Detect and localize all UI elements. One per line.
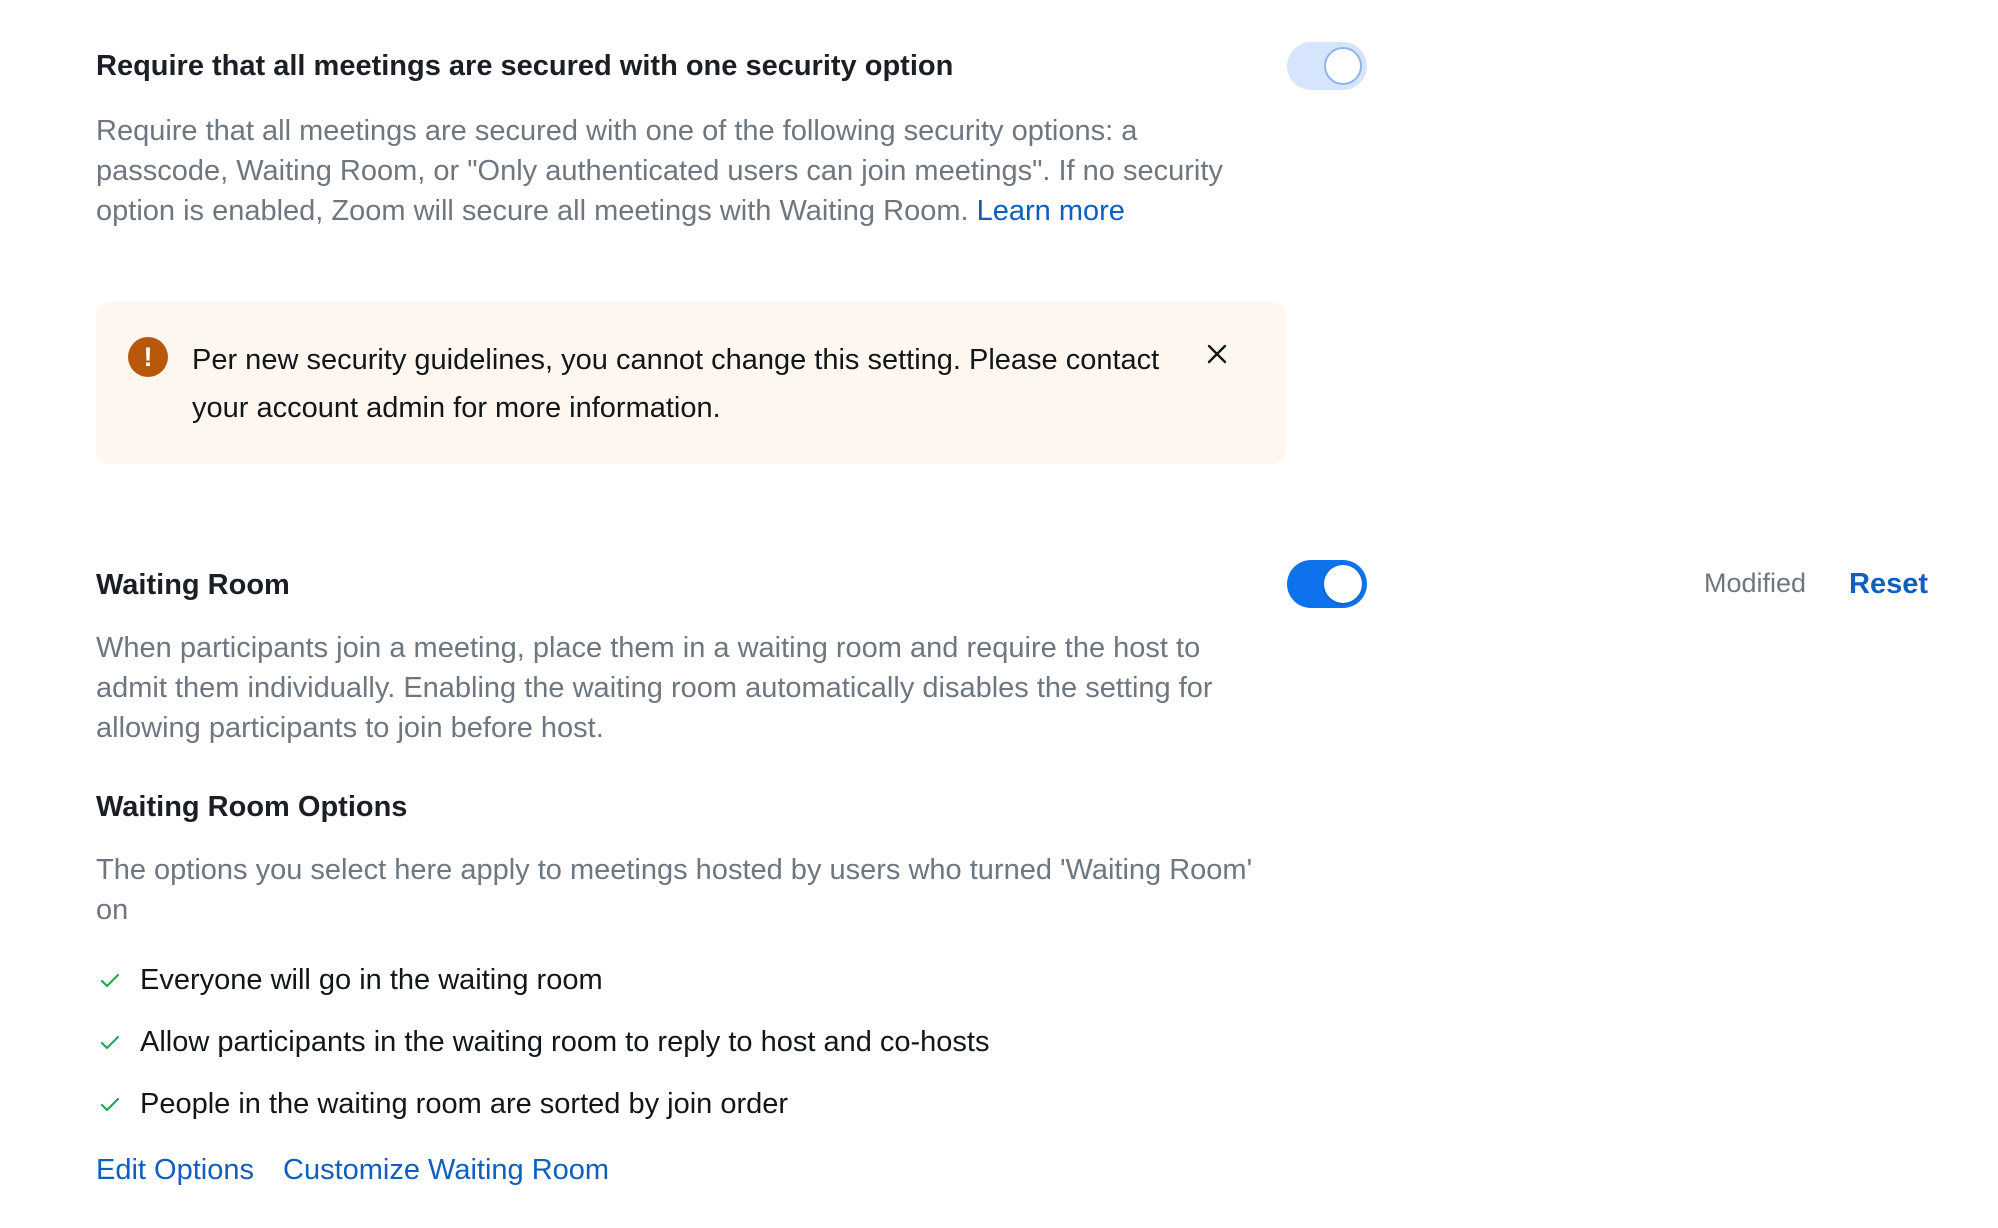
secure-setting-description: Require that all meetings are secured wi… xyxy=(96,111,1246,231)
option-label: People in the waiting room are sorted by… xyxy=(140,1088,789,1120)
toggle-knob xyxy=(1324,565,1362,603)
option-label: Allow participants in the waiting room t… xyxy=(140,1026,990,1058)
option-label: Everyone will go in the waiting room xyxy=(140,964,603,996)
alert-message: Per new security guidelines, you cannot … xyxy=(192,344,1160,424)
waiting-room-description: When participants join a meeting, place … xyxy=(96,632,1213,744)
waiting-room-toggle[interactable] xyxy=(1287,560,1367,608)
exclamation-icon: ! xyxy=(128,337,168,377)
modified-label: Modified xyxy=(1704,568,1807,598)
waiting-room-option: Allow participants in the waiting room t… xyxy=(100,1026,989,1059)
customize-waiting-room-link[interactable]: Customize Waiting Room xyxy=(283,1154,609,1187)
close-icon[interactable] xyxy=(1206,343,1228,365)
waiting-room-options-description: The options you select here apply to mee… xyxy=(96,854,1253,926)
edit-options-link[interactable]: Edit Options xyxy=(96,1154,254,1187)
check-icon xyxy=(100,1097,120,1111)
waiting-room-option: People in the waiting room are sorted by… xyxy=(100,1088,788,1121)
toggle-knob xyxy=(1324,47,1362,85)
check-icon xyxy=(100,973,120,987)
secure-setting-toggle[interactable] xyxy=(1287,42,1367,90)
waiting-room-options-title: Waiting Room Options xyxy=(96,791,408,823)
security-alert: ! Per new security guidelines, you canno… xyxy=(96,302,1286,464)
learn-more-link[interactable]: Learn more xyxy=(977,195,1125,227)
check-icon xyxy=(100,1035,120,1049)
reset-button[interactable]: Reset xyxy=(1849,568,1928,601)
waiting-room-title: Waiting Room xyxy=(96,569,290,601)
secure-setting-title: Require that all meetings are secured wi… xyxy=(96,50,954,82)
waiting-room-option: Everyone will go in the waiting room xyxy=(100,964,603,997)
